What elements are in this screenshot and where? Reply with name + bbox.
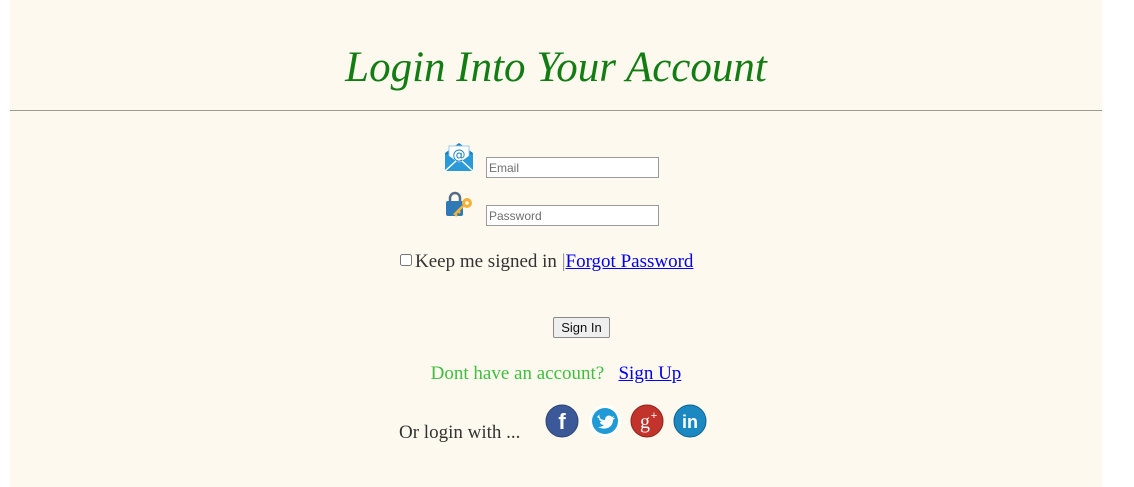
sign-in-button[interactable]: Sign In xyxy=(553,317,610,338)
facebook-icon[interactable]: f xyxy=(545,404,579,438)
linkedin-icon[interactable]: in xyxy=(673,404,707,438)
password-field[interactable] xyxy=(486,205,659,226)
svg-text:f: f xyxy=(558,409,566,434)
sign-up-link[interactable]: Sign Up xyxy=(618,363,681,384)
svg-text:g: g xyxy=(640,411,650,433)
twitter-icon[interactable] xyxy=(588,404,622,438)
keep-signed-in-label: Keep me signed in xyxy=(415,251,557,272)
email-field[interactable] xyxy=(486,157,659,178)
social-login-label: Or login with ... xyxy=(399,422,521,443)
header-divider xyxy=(10,110,1102,111)
signup-row: Dont have an account? Sign Up xyxy=(10,362,1102,386)
lock-key-icon xyxy=(446,191,472,217)
keep-signed-in-checkbox[interactable] xyxy=(400,254,412,266)
page-title: Login Into Your Account xyxy=(345,44,767,91)
email-icon: @ xyxy=(444,143,474,172)
svg-text:+: + xyxy=(651,410,657,422)
google-plus-icon[interactable]: g + xyxy=(630,404,664,438)
login-panel: Login Into Your Account @ Keep me signed… xyxy=(10,0,1102,487)
remember-row: Keep me signed in |Forgot Password xyxy=(400,250,693,274)
forgot-password-link[interactable]: Forgot Password xyxy=(566,251,694,272)
no-account-text: Dont have an account? xyxy=(430,363,605,384)
svg-text:in: in xyxy=(682,412,698,432)
